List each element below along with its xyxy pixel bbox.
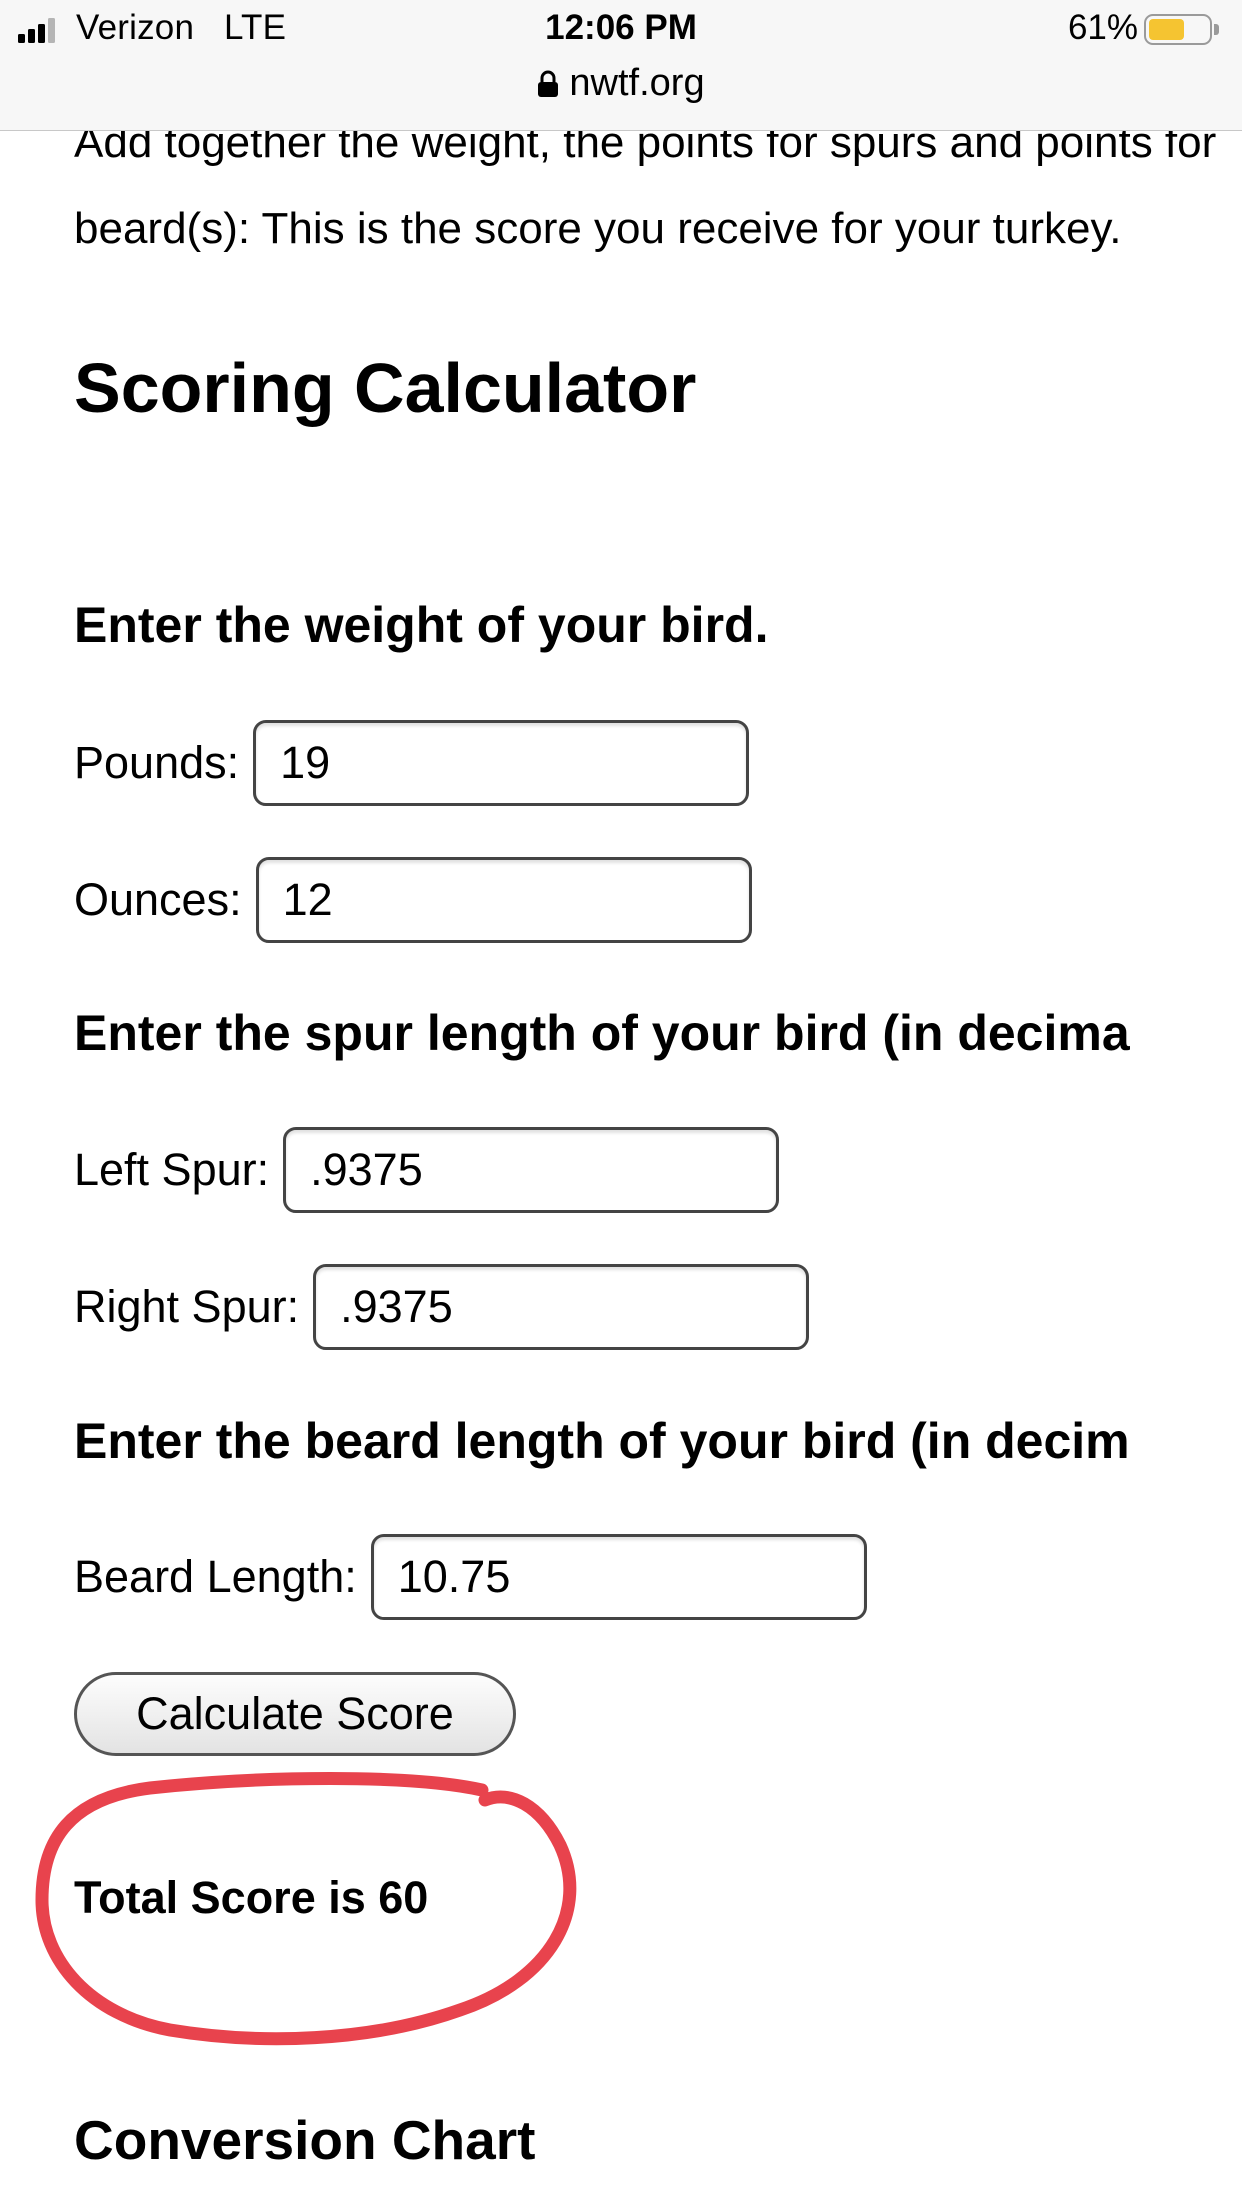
spur-heading: Enter the spur length of your bird (in d… — [74, 1005, 1130, 1061]
conversion-chart-heading: Conversion Chart — [74, 2109, 536, 2171]
beard-heading: Enter the beard length of your bird (in … — [74, 1413, 1130, 1469]
left-spur-row: Left Spur: — [74, 1127, 780, 1213]
battery-fill — [1149, 19, 1184, 40]
status-bar: Verizon LTE 12:06 PM 61% nwtf.org — [0, 0, 1242, 131]
weight-heading: Enter the weight of your bird. — [74, 597, 769, 653]
url-text: nwtf.org — [569, 62, 705, 104]
pounds-label: Pounds: — [74, 737, 240, 788]
page-title: Scoring Calculator — [74, 349, 697, 427]
right-spur-label: Right Spur: — [74, 1281, 300, 1332]
ounces-input[interactable] — [255, 857, 752, 943]
pounds-input[interactable] — [253, 720, 750, 806]
left-spur-input[interactable] — [283, 1127, 780, 1213]
beard-row: Beard Length: — [74, 1534, 867, 1620]
browser-page: Verizon LTE 12:06 PM 61% nwtf.org Add to… — [0, 0, 1242, 2208]
battery-icon — [1144, 14, 1219, 45]
right-spur-row: Right Spur: — [74, 1264, 810, 1350]
beard-length-label: Beard Length: — [74, 1551, 357, 1602]
calculate-score-button[interactable]: Calculate Score — [74, 1672, 516, 1756]
beard-length-input[interactable] — [370, 1534, 867, 1620]
battery-percent: 61% — [1067, 8, 1138, 47]
pounds-row: Pounds: — [74, 720, 750, 806]
status-time: 12:06 PM — [545, 8, 697, 47]
red-circle-annotation — [35, 1772, 577, 2046]
intro-line: beard(s): This is the score you receive … — [74, 204, 1122, 253]
lock-icon — [538, 70, 559, 97]
ounces-label: Ounces: — [74, 874, 242, 925]
ounces-row: Ounces: — [74, 857, 752, 943]
left-spur-label: Left Spur: — [74, 1144, 270, 1195]
address-bar[interactable]: nwtf.org — [0, 62, 1242, 105]
right-spur-input[interactable] — [313, 1264, 810, 1350]
